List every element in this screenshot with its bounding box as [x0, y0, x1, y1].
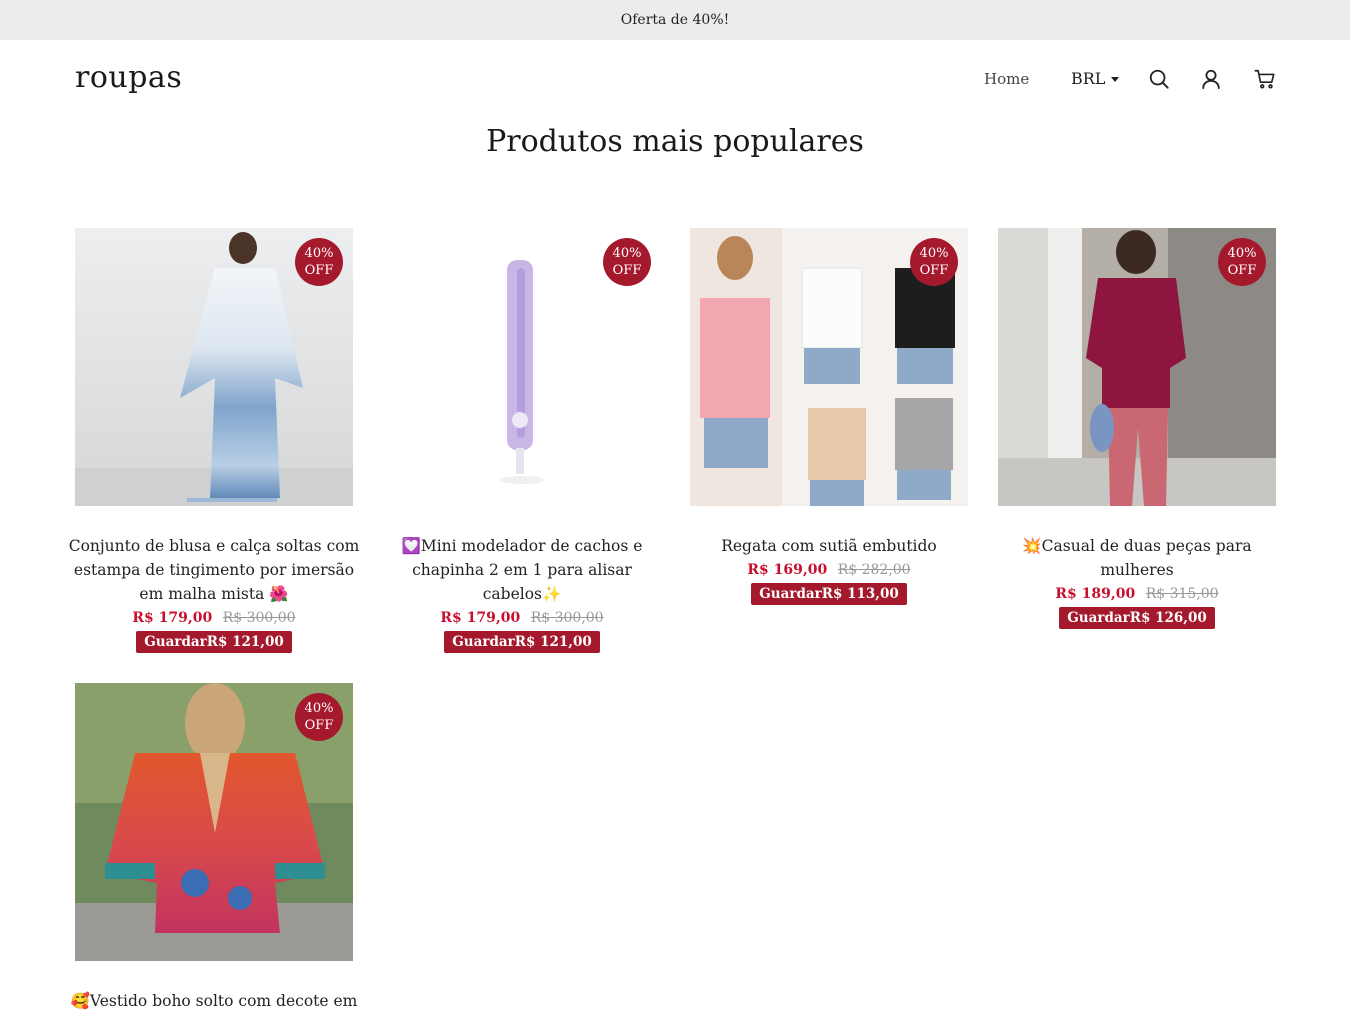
product-prices: R$ 169,00 R$ 282,00	[690, 558, 968, 582]
product-price: R$ 169,00	[747, 562, 828, 578]
product-card[interactable]: 40% OFF Conjunto de blusa e calça soltas…	[69, 228, 359, 653]
product-image[interactable]: 40% OFF	[998, 228, 1276, 506]
store-logo[interactable]: roupas	[75, 60, 182, 95]
badge-off: OFF	[919, 263, 949, 278]
account-icon[interactable]	[1200, 68, 1222, 90]
product-card[interactable]: 40% OFF 🥰Vestido boho solto com decote e…	[71, 683, 357, 1013]
section-title: Produtos mais populares	[486, 124, 864, 159]
badge-percent: 40%	[304, 246, 334, 261]
compare-price: R$ 300,00	[222, 610, 296, 626]
product-image[interactable]: 40% OFF	[383, 228, 661, 506]
nav-home-link[interactable]: Home	[984, 70, 1029, 88]
product-card[interactable]: 40% OFF 💟Mini modelador de cachos e chap…	[383, 228, 661, 653]
badge-percent: 40%	[612, 246, 642, 261]
announcement-bar: Oferta de 40%!	[0, 0, 1350, 40]
caret-down-icon	[1111, 77, 1120, 82]
discount-badge: 40% OFF	[603, 238, 651, 286]
product-name[interactable]: 💥Casual de duas peças para mulheres	[987, 534, 1287, 582]
announcement-text: Oferta de 40%!	[620, 12, 730, 28]
product-price: R$ 179,00	[440, 610, 521, 626]
compare-price: R$ 282,00	[837, 562, 911, 578]
product-image[interactable]: 40% OFF	[75, 228, 353, 506]
discount-badge: 40% OFF	[295, 238, 343, 286]
product-name[interactable]: Conjunto de blusa e calça soltas com est…	[64, 534, 364, 606]
cart-icon[interactable]	[1254, 68, 1276, 90]
compare-price: R$ 300,00	[530, 610, 604, 626]
save-badge: GuardarR$ 126,00	[1059, 607, 1215, 629]
product-image[interactable]: 40% OFF	[690, 228, 968, 506]
badge-off: OFF	[1227, 263, 1257, 278]
compare-price: R$ 315,00	[1145, 586, 1219, 602]
product-prices: R$ 189,00 R$ 315,00	[998, 582, 1276, 606]
save-badge: GuardarR$ 113,00	[751, 583, 907, 605]
product-prices: R$ 179,00 R$ 300,00	[75, 606, 353, 630]
search-icon[interactable]	[1148, 68, 1170, 90]
product-name[interactable]: 🥰Vestido boho solto com decote em V	[64, 989, 364, 1013]
discount-badge: 40% OFF	[295, 693, 343, 741]
product-price: R$ 179,00	[132, 610, 213, 626]
badge-off: OFF	[304, 263, 334, 278]
product-name[interactable]: Regata com sutiã embutido	[679, 534, 979, 558]
discount-badge: 40% OFF	[1218, 238, 1266, 286]
site-header: roupas Home BRL	[0, 40, 1350, 120]
save-badge: GuardarR$ 121,00	[444, 631, 600, 653]
product-name[interactable]: 💟Mini modelador de cachos e chapinha 2 e…	[372, 534, 672, 606]
product-price: R$ 189,00	[1055, 586, 1136, 602]
badge-percent: 40%	[1227, 246, 1257, 261]
badge-off: OFF	[612, 263, 642, 278]
product-prices: R$ 179,00 R$ 300,00	[383, 606, 661, 630]
badge-percent: 40%	[919, 246, 949, 261]
currency-selector[interactable]: BRL	[1071, 69, 1120, 88]
badge-off: OFF	[304, 718, 334, 733]
product-image[interactable]: 40% OFF	[75, 683, 353, 961]
currency-label: BRL	[1071, 69, 1106, 88]
save-badge: GuardarR$ 121,00	[136, 631, 292, 653]
discount-badge: 40% OFF	[910, 238, 958, 286]
badge-percent: 40%	[304, 701, 334, 716]
product-card[interactable]: 40% OFF 💥Casual de duas peças para mulhe…	[998, 228, 1276, 629]
product-card[interactable]: 40% OFF Regata com sutiã embutido R$ 169…	[690, 228, 968, 605]
